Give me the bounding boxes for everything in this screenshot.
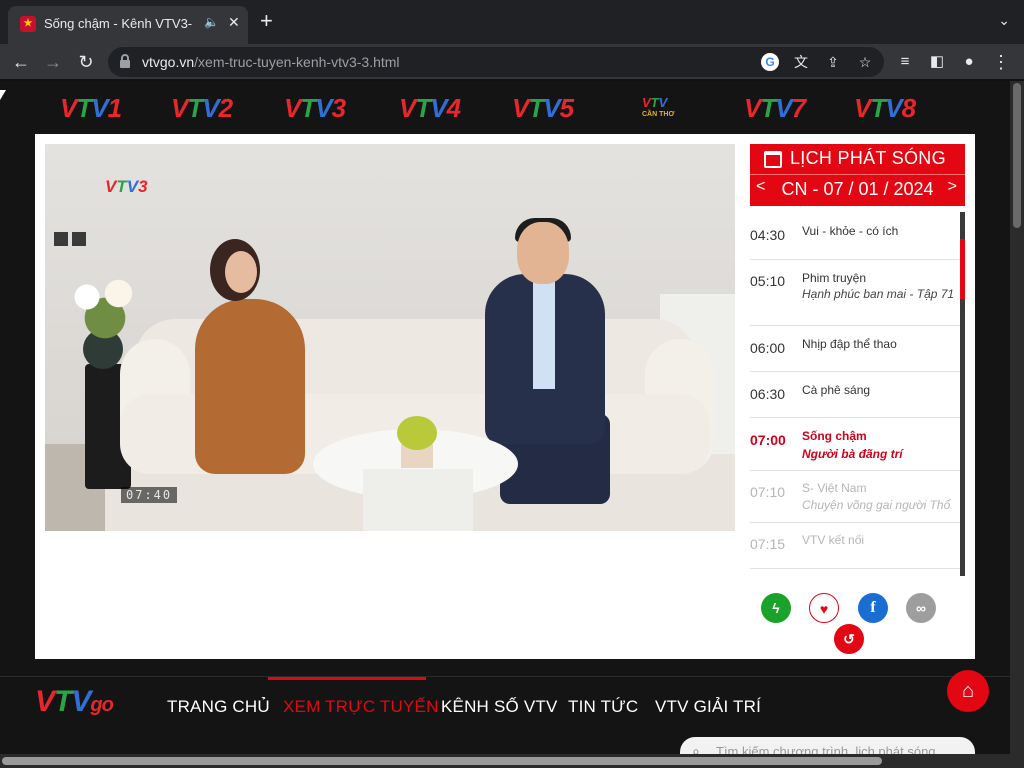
nav-home[interactable]: TRANG CHỦ [167,697,270,717]
nav-entertainment[interactable]: VTV GIẢI TRÍ [655,697,761,717]
schedule-row[interactable]: 07:10 S- Việt Nam Chuyện võng gai người … [750,471,960,523]
share-icon[interactable]: ⇪ [824,53,842,71]
tab-title: Sống chậm - Kênh VTV3- [44,16,193,31]
schedule-program: Phim truyện [802,271,867,285]
schedule-time: 04:30 [750,227,786,243]
profile-icon[interactable]: ● [957,50,981,74]
schedule-header: LỊCH PHÁT SÓNG CN - 07 / 01 / 2024 < > [750,144,965,206]
channel-vtv5[interactable]: VTV5 [512,93,574,124]
schedule-row[interactable]: 07:15 VTV kết nối [750,523,960,569]
content-panel: VTV3 07:40 LỊCH PHÁT SÓNG CN - 07 / 01 /… [35,134,975,659]
schedule-time: 07:00 [750,432,786,448]
new-tab-button[interactable]: + [260,10,273,32]
mouse-cursor-icon [0,90,6,100]
chevron-down-icon[interactable]: ⌄ [998,12,1010,29]
channel-vtv8[interactable]: VTV8 [854,93,916,124]
schedule-program: Vui - khỏe - có ích [802,224,899,238]
page-horizontal-scroll-thumb[interactable] [2,757,882,765]
channel-bar: VTV1 VTV2 VTV3 VTV4 VTV5 VTV CẦN THƠ VTV7… [0,81,1010,133]
google-lens-icon[interactable]: G [761,53,779,71]
prev-date-button[interactable]: < [756,178,765,196]
translate-icon[interactable]: 文 [792,53,810,71]
lock-icon[interactable] [120,54,130,68]
schedule-row[interactable]: 06:00 Nhịp đập thể thao [750,326,960,372]
back-arrow-icon[interactable]: ← [9,50,33,74]
browser-tab[interactable]: ★ Sống chậm - Kênh VTV3- 🔈 ✕ [8,6,248,44]
broadcast-schedule: LỊCH PHÁT SÓNG CN - 07 / 01 / 2024 < > 0… [750,144,965,576]
vtvgo-page: VTV1 VTV2 VTV3 VTV4 VTV5 VTV CẦN THƠ VTV7… [0,81,1024,768]
nav-live-tv[interactable]: XEM TRỰC TUYẾN [283,697,439,717]
channel-vtv1[interactable]: VTV1 [60,93,122,124]
schedule-time: 07:10 [750,484,786,500]
facebook-icon[interactable]: f [858,593,888,623]
channel-vtv4[interactable]: VTV4 [399,93,461,124]
side-panel-icon[interactable]: ◧ [925,50,949,74]
schedule-program: Cà phê sáng [802,383,871,397]
close-icon[interactable]: ✕ [228,14,240,31]
channel-watermark: VTV3 [105,177,148,196]
schedule-row[interactable]: 04:30 Vui - khỏe - có ích [750,212,960,260]
channel-vtv2[interactable]: VTV2 [171,93,233,124]
schedule-episode: Người bà đãng trí [802,448,903,461]
vtvgo-favicon-icon: ★ [20,16,36,32]
next-date-button[interactable]: > [948,178,957,196]
link-icon[interactable]: ∞ [906,593,936,623]
schedule-title: LỊCH PHÁT SÓNG [790,148,946,168]
schedule-row-current[interactable]: 07:00 Sống chậm Người bà đãng trí [750,418,960,471]
reload-icon[interactable]: ↻ [74,50,98,74]
speaker-icon[interactable]: 🔈 [204,15,219,29]
channel-vtv7[interactable]: VTV7 [744,93,806,124]
schedule-episode: Hạnh phúc ban mai - Tập 71 [802,288,955,301]
forward-arrow-icon[interactable]: → [41,50,65,74]
video-timecode: 07:40 [121,487,178,503]
schedule-row[interactable]: 06:30 Cà phê sáng [750,372,960,418]
bookmark-star-icon[interactable]: ☆ [856,53,874,71]
kebab-menu-icon[interactable]: ⋮ [989,50,1013,74]
vtvgo-logo[interactable]: VTVgo [35,685,114,719]
schedule-time: 06:00 [750,340,786,356]
schedule-scroll-thumb[interactable] [960,239,965,299]
active-tab-indicator [268,677,426,680]
schedule-time: 06:30 [750,386,786,402]
calendar-icon [764,151,782,168]
schedule-date: CN - 07 / 01 / 2024 [781,179,934,199]
heart-icon[interactable]: ♥ [809,593,839,623]
channel-vtv-can-tho[interactable]: VTV CẦN THƠ [642,95,674,118]
mouse-scroll-icon[interactable]: ⌂ [947,670,989,712]
video-player[interactable]: VTV3 07:40 [45,144,735,531]
schedule-program: Sống chậm [802,429,867,443]
schedule-episode: Chuyện võng gai người Thổ [802,499,951,512]
schedule-program: VTV kết nối [802,533,865,547]
nav-digital-channels[interactable]: KÊNH SỐ VTV [441,697,558,717]
url-text: vtvgo.vn/xem-truc-tuyen-kenh-vtv3-3.html [142,54,400,70]
schedule-row[interactable]: 05:10 Phim truyện Hạnh phúc ban mai - Tậ… [750,260,960,326]
schedule-program: Nhịp đập thể thao [802,337,897,351]
schedule-program: S- Việt Nam [802,481,867,495]
nav-news[interactable]: TIN TỨC [568,697,638,717]
schedule-time: 05:10 [750,273,786,289]
page-vertical-scroll-thumb[interactable] [1013,83,1021,228]
browser-toolbar: ← → ↻ vtvgo.vn/xem-truc-tuyen-kenh-vtv3-… [0,44,1024,80]
channel-vtv3[interactable]: VTV3 [284,93,346,124]
refresh-icon[interactable]: ↺ [834,624,864,654]
address-bar[interactable]: vtvgo.vn/xem-truc-tuyen-kenh-vtv3-3.html… [108,47,884,77]
browser-tab-bar: ★ Sống chậm - Kênh VTV3- 🔈 ✕ + ⌄ [0,0,1024,44]
schedule-list[interactable]: 04:30 Vui - khỏe - có ích 05:10 Phim tru… [750,212,960,576]
lightning-icon[interactable]: ϟ [761,593,791,623]
media-queue-icon[interactable]: ≡ [893,50,917,74]
schedule-time: 07:15 [750,536,786,552]
